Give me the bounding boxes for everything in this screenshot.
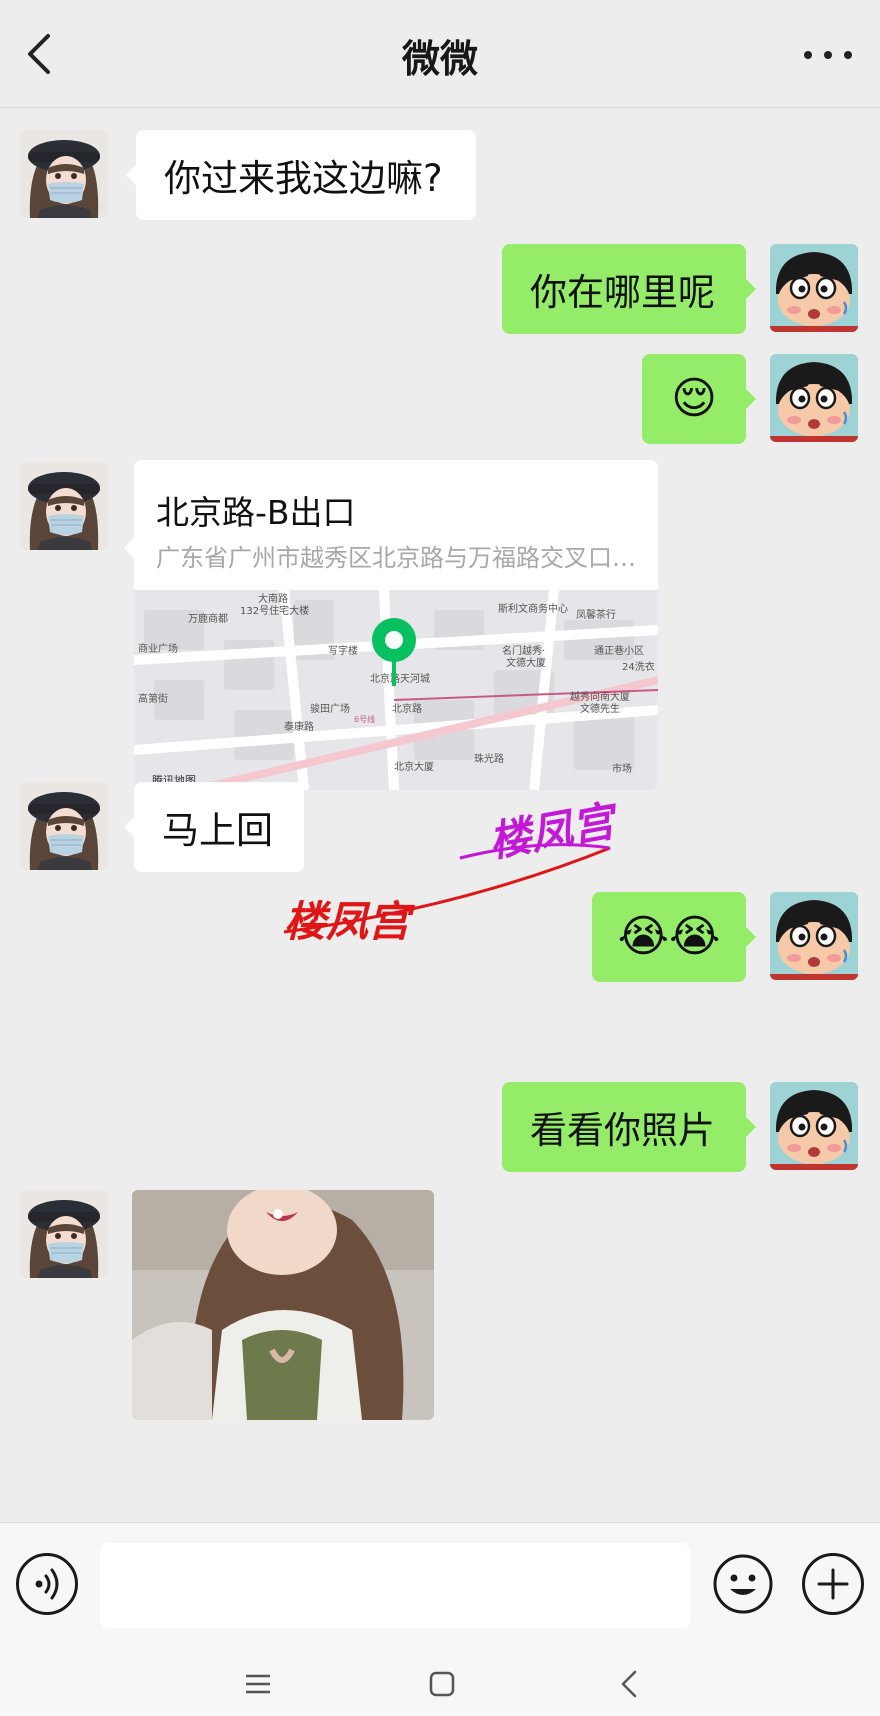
message-bubble[interactable]: 😌 [642,354,756,444]
location-card[interactable]: 北京路-B出口 广东省广州市越秀区北京路与万福路交叉口东北角 大南路 132号住… [134,460,658,790]
voice-button[interactable] [16,1553,78,1615]
my-avatar[interactable] [770,354,858,442]
map-label: 24洗衣 [622,660,655,673]
contact-avatar[interactable] [20,782,108,870]
image-message[interactable] [132,1190,434,1420]
avatar-image [770,354,858,442]
avatar-image [770,892,858,980]
home-button[interactable] [422,1664,462,1704]
map-label: 写字楼 [328,644,358,657]
more-button[interactable] [804,40,852,70]
contact-avatar[interactable] [20,1190,108,1278]
home-icon [429,1671,455,1697]
more-dots-icon [844,51,852,59]
map-label: 北京路 [392,702,422,715]
more-dots-icon [824,51,832,59]
message-bubble[interactable]: 你过来我这边嘛? [126,130,476,220]
map-label: 132号住宅大楼 [240,604,309,617]
my-avatar[interactable] [770,892,858,980]
photo-image [132,1190,434,1420]
avatar-image [20,1190,108,1278]
chat-header: 微微 [0,0,880,108]
map-label: 名门越秀· [502,644,545,657]
map-label: 骏田广场 [310,702,350,715]
map-label: 高第街 [138,692,168,705]
message-text: 马上回 [162,809,273,852]
message-text: 你过来我这边嘛? [164,157,443,200]
location-map: 大南路 132号住宅大楼 万鹿商都 商业广场 写字楼 斯利文商务中心 凤馨茶行 … [134,590,658,790]
avatar-image [20,130,108,218]
avatar-image [20,782,108,870]
chat-area[interactable]: 你过来我这边嘛? 你在哪里呢 😌 北京路-B出口 广东省广州市越秀区北京路与万福… [0,108,880,1522]
message-bubble[interactable]: 马上回 [124,782,304,872]
emoji-button[interactable] [712,1553,774,1615]
my-avatar[interactable] [770,1082,858,1170]
plus-button[interactable] [802,1553,864,1615]
map-label: 珠光路 [474,752,504,765]
map-label: 6号线 [354,714,375,724]
contact-avatar[interactable] [20,130,108,218]
map-label: 北京路天河城 [370,672,430,685]
plus-icon [817,1568,849,1600]
message-bubble[interactable]: 看看你照片 [502,1082,756,1172]
message-input[interactable] [100,1543,690,1629]
contact-avatar[interactable] [20,462,108,550]
back-icon [621,1670,637,1698]
map-label: 文德先生 [580,702,620,715]
menu-icon [246,1674,270,1694]
map-label: 文德大厦 [506,656,546,669]
map-label: 斯利文商务中心 [498,602,568,615]
map-label: 市场 [612,762,632,775]
input-bar [0,1522,880,1646]
avatar-image [770,1082,858,1170]
system-nav-bar [0,1646,880,1716]
map-label: 越秀向南大厦 [570,690,630,703]
message-text: 你在哪里呢 [530,271,715,314]
my-avatar[interactable] [770,244,858,332]
avatar-image [770,244,858,332]
crying-emoji-icon: 😭😭 [617,911,721,962]
emoji-icon [713,1554,773,1614]
message-text: 看看你照片 [530,1109,715,1152]
message-bubble[interactable]: 你在哪里呢 [502,244,756,334]
watermark-text: 楼凤宫 [284,897,411,946]
nav-back-button[interactable] [610,1664,650,1704]
menu-button[interactable] [238,1664,278,1704]
voice-icon [35,1568,59,1600]
map-label: 凤馨茶行 [576,608,616,621]
map-label: 大南路 [258,592,288,605]
avatar-image [20,462,108,550]
more-dots-icon [804,51,812,59]
relieved-emoji-icon: 😌 [671,373,717,424]
chat-title: 微微 [401,37,478,81]
map-label: 泰康路 [284,720,314,733]
map-label: 北京大厦 [394,760,434,773]
map-label: 通正巷小区 [594,645,644,657]
map-label: 商业广场 [138,642,178,655]
map-label: 万鹿商都 [188,612,228,625]
location-title: 北京路-B出口 [156,493,356,532]
message-bubble[interactable]: 😭😭 [592,892,756,982]
location-address: 广东省广州市越秀区北京路与万福路交叉口东北角 [156,544,636,572]
